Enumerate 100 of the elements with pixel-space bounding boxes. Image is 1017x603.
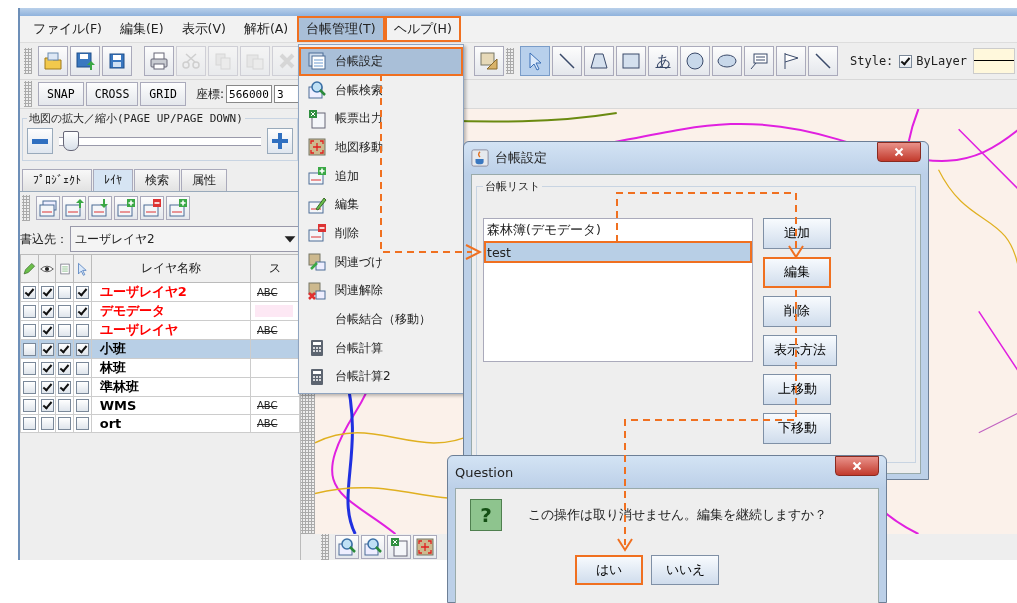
checkbox[interactable] [40,323,54,337]
menu-item[interactable]: 編集(E) [110,16,173,42]
checkbox[interactable] [40,399,54,412]
column-header[interactable]: ス [250,254,300,283]
layer-dropdown[interactable]: ユーザレイヤ2 [70,226,300,252]
checkbox[interactable] [40,285,54,299]
zoom-in-button[interactable] [267,128,293,154]
checkbox[interactable] [40,417,54,430]
list-item[interactable]: test [484,241,752,263]
menu-item[interactable]: 表示(V) [172,16,235,42]
checkbox[interactable] [75,361,89,375]
tool-button[interactable]: あ [648,46,678,76]
menu-item[interactable]: 台帳管理(T) [297,16,385,42]
layer-name[interactable]: ユーザレイヤ2 [91,282,251,302]
dialog-button[interactable]: 下移動 [763,413,831,444]
checkbox[interactable] [75,285,89,299]
toolbar-button[interactable] [413,535,437,559]
tab[interactable]: 属性 [181,169,227,191]
toolbar-button[interactable] [361,535,385,559]
column-header[interactable]: レイヤ名称 [91,254,251,283]
checkbox[interactable] [22,361,36,375]
toggle-button[interactable]: CROSS [85,82,139,106]
checkbox[interactable] [75,399,89,412]
toolbar-button[interactable] [88,196,112,220]
close-button[interactable] [877,142,921,162]
tool-button[interactable] [680,46,710,76]
checkbox[interactable] [58,342,72,356]
dialog-button[interactable]: 編集 [763,257,831,288]
coordinate-field[interactable]: 566000 [226,85,273,103]
toolbar-button[interactable] [114,196,138,220]
layer-name[interactable]: ort [91,414,251,433]
toolbar-button[interactable] [140,196,164,220]
checkbox[interactable] [58,304,72,318]
checkbox[interactable] [75,342,89,356]
tool-button[interactable] [776,46,806,76]
line-style-swatch[interactable] [972,48,1015,74]
checkbox[interactable] [75,417,89,430]
checkbox[interactable] [58,417,72,430]
checkbox[interactable] [40,342,54,356]
dialog-button[interactable]: いいえ [651,555,719,585]
checkbox[interactable] [899,54,913,68]
dialog-button[interactable]: はい [575,555,643,585]
tab[interactable]: 検索 [134,169,180,191]
tool-button[interactable] [584,46,614,76]
checkbox[interactable] [22,323,36,337]
menu-item[interactable]: 追加 [299,161,463,191]
checkbox[interactable] [22,380,36,394]
toggle-button[interactable]: GRID [140,82,187,106]
menu-item[interactable]: 関連解除 [299,276,463,306]
checkbox[interactable] [40,380,54,394]
toolbar-button[interactable] [102,46,132,76]
tool-button[interactable] [552,46,582,76]
menu-item[interactable]: 削除 [299,219,463,248]
checkbox[interactable] [22,399,36,412]
checkbox[interactable] [58,399,72,412]
layer-name[interactable]: ユーザレイヤ [91,320,251,340]
checkbox[interactable] [75,380,89,394]
checkbox[interactable] [75,304,89,318]
dialog-button[interactable]: 追加 [763,218,831,249]
layer-name[interactable]: 林班 [91,358,251,378]
checkbox[interactable] [58,285,72,299]
checkbox[interactable] [22,417,36,430]
toolbar-button[interactable] [62,196,86,220]
layer-name[interactable]: 準林班 [91,377,251,397]
tool-button[interactable] [616,46,646,76]
list-item[interactable]: 森林簿(デモデータ) [484,219,752,241]
zoom-out-button[interactable] [27,128,53,154]
checkbox[interactable] [58,380,72,394]
toolbar-button[interactable] [335,535,359,559]
tab[interactable]: ﾌﾟﾛｼﾞｪｸﾄ [22,169,92,191]
checkbox[interactable] [22,342,36,356]
tool-button[interactable] [808,46,838,76]
toolbar-button[interactable] [166,196,190,220]
menu-item[interactable]: 台帳計算2 [299,362,463,392]
checkbox[interactable] [75,323,89,337]
toolbar-button[interactable] [474,46,504,76]
checkbox[interactable] [22,304,36,318]
toolbar-button[interactable] [387,535,411,559]
tool-button[interactable] [744,46,774,76]
toolbar-button[interactable] [144,46,174,76]
tool-button[interactable] [712,46,742,76]
toolbar-button[interactable] [70,46,100,76]
menu-item[interactable]: 台帳結合（移動） [299,305,463,334]
layer-name[interactable]: WMS [91,396,251,415]
menu-item[interactable]: ヘルプ(H) [384,16,461,42]
menu-item[interactable]: 解析(A) [234,16,298,42]
menu-item[interactable]: 編集 [299,190,463,220]
checkbox[interactable] [58,323,72,337]
checkbox[interactable] [22,285,36,299]
checkbox[interactable] [40,304,54,318]
toggle-button[interactable]: SNAP [38,82,84,106]
checkbox[interactable] [40,361,54,375]
slider-thumb[interactable] [63,131,80,151]
tab[interactable]: ﾚｲﾔ [93,169,133,191]
menu-item[interactable]: 台帳設定 [299,47,463,76]
menu-item[interactable]: 関連づけ [299,247,463,277]
menu-item[interactable]: ファイル(F) [24,16,111,42]
menu-item[interactable]: 台帳計算 [299,333,463,363]
checkbox[interactable] [58,361,72,375]
layer-name[interactable]: デモデータ [91,301,251,321]
